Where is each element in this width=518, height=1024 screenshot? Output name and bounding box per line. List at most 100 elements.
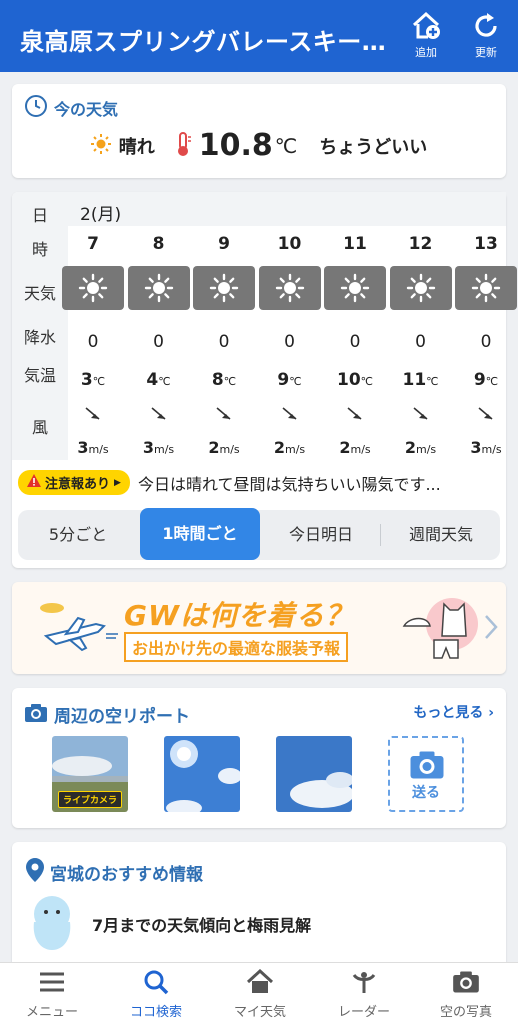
sun-icon: [389, 266, 452, 310]
warning-badge[interactable]: 注意報あり ▶: [18, 470, 130, 495]
home-icon: [208, 968, 312, 995]
current-weather-card: 今の天気 晴れ 10.8 ℃ ちょうどいい: [12, 84, 506, 178]
live-camera-badge: ライブカメラ: [58, 791, 123, 808]
sun-icon: [324, 266, 386, 310]
wind-speed-cell: 3m/s: [453, 438, 518, 457]
hour-cell: 10: [277, 234, 302, 254]
precip-cell: 0: [218, 332, 230, 352]
row-label-day: 日: [31, 206, 48, 225]
wind-unit: m/s: [88, 443, 109, 456]
wind-unit: m/s: [219, 443, 240, 456]
see-more-link[interactable]: もっと見る ›: [413, 702, 494, 722]
wind-speed-value: 2: [339, 438, 351, 457]
current-condition: 晴れ: [118, 136, 155, 158]
nav-my-weather[interactable]: マイ天気: [208, 968, 312, 1020]
wind-speed-cell: 3m/s: [126, 438, 192, 457]
wind-unit: m/s: [481, 443, 502, 456]
temp-value: 9: [277, 370, 290, 390]
airplane-icon: [26, 596, 122, 660]
tab-five-min[interactable]: 5分ごと: [18, 510, 138, 560]
clothes-illustration-icon: [400, 592, 480, 670]
see-more-label: もっと見る: [413, 705, 484, 721]
chevron-right-icon: ›: [488, 705, 494, 721]
temp-cell: 11℃: [388, 370, 454, 390]
thermometer-icon: [175, 131, 191, 161]
recommend-item[interactable]: 7月までの天気傾向と梅雨見解: [92, 912, 311, 936]
home-add-icon: [404, 10, 448, 42]
temp-cell: 8℃: [191, 370, 257, 390]
hour-cell: 9: [218, 234, 230, 254]
temp-unit: ℃: [426, 375, 439, 388]
wind-speed-cell: 2m/s: [257, 438, 323, 457]
wind-direction-icon: [191, 402, 257, 426]
wind-direction-icon: [60, 402, 126, 426]
chevron-right-icon[interactable]: [484, 614, 498, 644]
precip-cell: 0: [153, 332, 164, 352]
wind-unit: m/s: [350, 443, 371, 456]
wind-speed-value: 2: [273, 438, 285, 457]
sky-report-card: 周辺の空リポート もっと見る › ライブカメラ 送る: [12, 688, 506, 828]
nav-here-label: ココ検索: [129, 1005, 182, 1020]
temp-unit: ℃: [92, 375, 106, 388]
wind-speed-value: 3: [142, 438, 154, 457]
sun-icon: [90, 133, 111, 158]
sky-report-heading: 周辺の空リポート: [24, 702, 190, 727]
nav-here-search[interactable]: ココ検索: [104, 969, 208, 1020]
temp-value: 3: [80, 370, 93, 390]
wind-unit: m/s: [415, 443, 437, 456]
wind-speed-value: 3: [77, 438, 89, 457]
temp-cell: 9℃: [453, 370, 518, 390]
send-photo-button[interactable]: 送る: [388, 736, 464, 812]
camera-icon: [414, 969, 518, 995]
precip-cell: 0: [284, 332, 295, 352]
nav-menu[interactable]: メニュー: [0, 969, 104, 1020]
hour-cell: 8: [152, 234, 165, 254]
weather-notice[interactable]: 注意報あり ▶ 今日は晴れて昼間は気持ちいい陽気です...: [18, 470, 478, 495]
sky-photo-thumbnail[interactable]: [276, 736, 352, 812]
nav-sky-photo[interactable]: 空の写真: [414, 969, 518, 1020]
temp-value: 10: [336, 370, 361, 390]
location-pin-icon: [26, 858, 44, 886]
wind-direction-icon: [388, 402, 454, 426]
nav-my-weather-label: マイ天気: [233, 1005, 286, 1020]
live-camera-thumbnail[interactable]: ライブカメラ: [52, 736, 128, 812]
wind-direction-icon: [322, 402, 388, 426]
feels-like-text: ちょうどいい: [319, 136, 428, 158]
recommend-title: 宮城のおすすめ情報: [50, 864, 203, 885]
wind-speed-value: 2: [208, 438, 220, 457]
precip-cell: 0: [87, 332, 99, 352]
temp-unit: ℃: [223, 375, 237, 388]
wind-speed-cell: 2m/s: [388, 438, 454, 457]
caret-right-icon: ▶: [114, 477, 121, 488]
wind-unit: m/s: [284, 443, 306, 456]
nav-radar[interactable]: レーダー: [312, 969, 416, 1020]
precip-cell: 0: [415, 332, 426, 352]
nav-sky-photo-label: 空の写真: [439, 1005, 492, 1020]
temp-cell: 3℃: [60, 370, 126, 390]
temp-value: 8: [211, 370, 224, 390]
hour-cell: 7: [87, 234, 99, 254]
tab-weekly[interactable]: 週間天気: [382, 510, 500, 560]
current-weather-heading: 今の天気: [24, 94, 118, 122]
sun-icon: [455, 266, 517, 310]
refresh-icon: [464, 10, 508, 42]
refresh-button[interactable]: 更新: [464, 10, 508, 66]
temp-cell: 9℃: [257, 370, 323, 390]
sun-icon: [127, 266, 190, 310]
tab-hourly[interactable]: 1時間ごと: [140, 508, 260, 560]
warning-icon: [27, 474, 41, 491]
sky-photo-thumbnail[interactable]: [164, 736, 240, 812]
add-button[interactable]: 追加: [404, 10, 448, 66]
temp-unit: ℃: [360, 375, 374, 388]
location-title[interactable]: 泉高原スプリングバレースキー…: [20, 22, 390, 57]
temp-value: 9: [473, 370, 486, 390]
sun-icon: [193, 266, 255, 310]
menu-icon: [0, 969, 104, 995]
bottom-navigation: メニュー ココ検索 マイ天気 レーダー 空の写真: [0, 962, 518, 1024]
tab-today-tomorrow[interactable]: 今日明日: [262, 510, 380, 560]
sun-icon: [258, 266, 321, 310]
gw-clothing-banner[interactable]: GWは何を着る？ お出かけ先の最適な服装予報: [12, 582, 506, 674]
date-row: [68, 192, 506, 226]
app-header: 泉高原スプリングバレースキー… 追加 更新: [0, 0, 518, 72]
temp-value: 11: [402, 370, 427, 390]
